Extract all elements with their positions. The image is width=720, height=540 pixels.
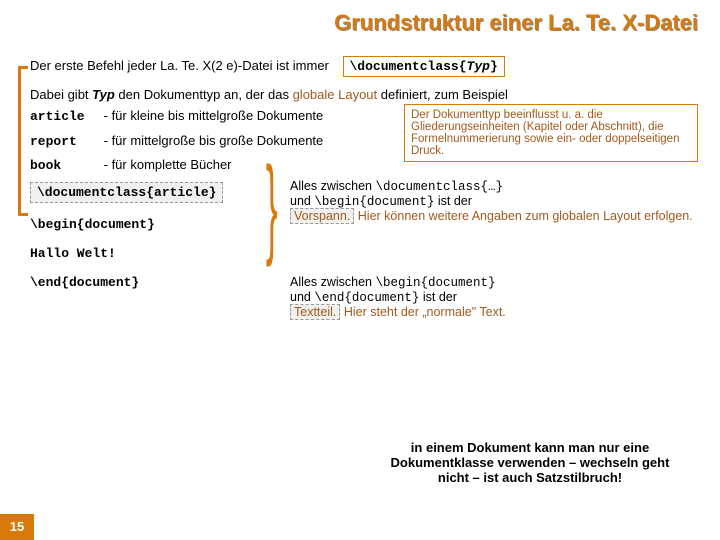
t: Hier steht der „normale" Text.	[340, 305, 505, 319]
type-kw: report	[30, 132, 100, 152]
slide-title: Grundstruktur einer La. Te. X-Datei	[0, 0, 720, 36]
t: ist der	[419, 290, 457, 304]
list-item: report - für mittelgroße bis große Dokum…	[30, 131, 385, 152]
vorspann-label: Vorspann.	[290, 208, 354, 224]
t: \end{document}	[314, 291, 419, 305]
intro-row: Der erste Befehl jeder La. Te. X(2 e)-Da…	[30, 56, 698, 77]
type-kw: article	[30, 107, 100, 127]
row2c: den Dokumenttyp an, der das	[115, 87, 293, 102]
info-box-doctype: Der Dokumenttyp beeinflusst u. a. die Gl…	[404, 104, 698, 162]
t: Hier können weitere Angaben zum globalen…	[354, 209, 692, 223]
t: \begin{document}	[375, 276, 495, 290]
dc-close: }	[490, 59, 498, 74]
t: und	[290, 290, 314, 304]
code-hello: Hallo Welt!	[30, 246, 698, 261]
row2b: Typ	[92, 87, 115, 102]
type-desc: - für komplette Bücher	[104, 157, 232, 172]
row2a: Dabei gibt	[30, 87, 92, 102]
list-item: book - für komplette Bücher	[30, 155, 385, 176]
type-desc: - für kleine bis mittelgroße Dokumente	[104, 108, 324, 123]
typ-row: Dabei gibt Typ den Dokumenttyp an, der d…	[30, 87, 698, 102]
t: \documentclass{…}	[375, 180, 503, 194]
documentclass-box: \documentclass{Typ}	[343, 56, 505, 77]
t: ist der	[434, 194, 472, 208]
list-item: article - für kleine bis mittelgroße Dok…	[30, 106, 385, 127]
page-number: 15	[0, 514, 34, 540]
row2d: globale Layout	[293, 87, 378, 102]
t: Alles zwischen	[290, 179, 375, 193]
type-desc: - für mittelgroße bis große Dokumente	[104, 133, 324, 148]
dc-cmd: \documentclass{	[350, 59, 467, 74]
explanation-textteil: Alles zwischen \begin{document} und \end…	[290, 275, 710, 319]
t: und	[290, 194, 314, 208]
intro-text: Der erste Befehl jeder La. Te. X(2 e)-Da…	[30, 58, 329, 73]
footer-note: in einem Dokument kann man nur eine Doku…	[380, 440, 680, 485]
brace-icon: }	[266, 178, 278, 233]
textteil-label: Textteil.	[290, 304, 340, 320]
explanation-vorspann: Alles zwischen \documentclass{…} und \be…	[290, 179, 710, 223]
code-block: } Alles zwischen \documentclass{…} und \…	[30, 217, 698, 290]
t: \begin{document}	[314, 195, 434, 209]
documentclass-article: \documentclass{article}	[30, 182, 223, 203]
row2e: definiert, zum Beispiel	[377, 87, 508, 102]
t: Alles zwischen	[290, 275, 375, 289]
dc-typ: Typ	[467, 59, 490, 74]
type-kw: book	[30, 156, 100, 176]
